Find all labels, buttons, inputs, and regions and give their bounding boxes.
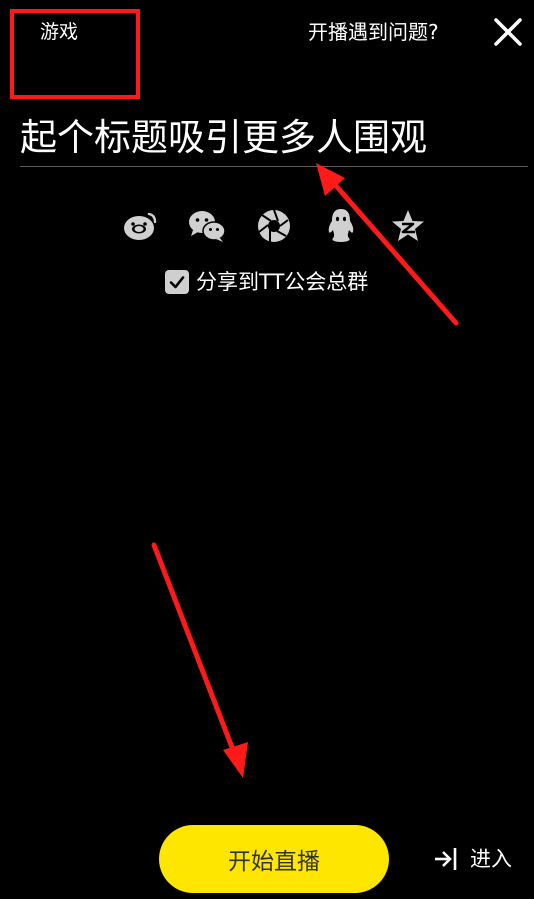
share-qq-button[interactable] [319, 204, 363, 248]
share-group-label: 分享到TT公会总群 [196, 270, 369, 294]
help-link[interactable]: 开播遇到问题? [308, 19, 439, 45]
moments-icon [258, 209, 290, 242]
checkmark-icon [169, 276, 185, 289]
share-group-checkbox[interactable]: 分享到TT公会总群 [165, 268, 368, 296]
close-icon [494, 18, 522, 46]
category-label[interactable]: 游戏 [40, 20, 78, 44]
enter-link[interactable]: 进入 [434, 845, 512, 873]
share-platforms [118, 204, 430, 248]
qzone-icon [392, 210, 424, 241]
arrow-to-start-button [151, 542, 248, 778]
wechat-icon [189, 211, 226, 242]
checkbox-box[interactable] [165, 270, 189, 294]
weibo-icon [124, 212, 157, 240]
share-weibo-button[interactable] [118, 204, 162, 248]
share-qzone-button[interactable] [386, 204, 430, 248]
start-live-button[interactable]: 开始直播 [159, 825, 389, 893]
close-button[interactable] [490, 14, 526, 50]
enter-arrow-icon [435, 848, 457, 870]
share-moments-button[interactable] [252, 204, 296, 248]
title-underline [20, 166, 528, 167]
share-wechat-button[interactable] [185, 204, 229, 248]
qq-icon [328, 209, 354, 242]
enter-label: 进入 [470, 847, 512, 871]
stream-title-input[interactable] [20, 112, 528, 164]
